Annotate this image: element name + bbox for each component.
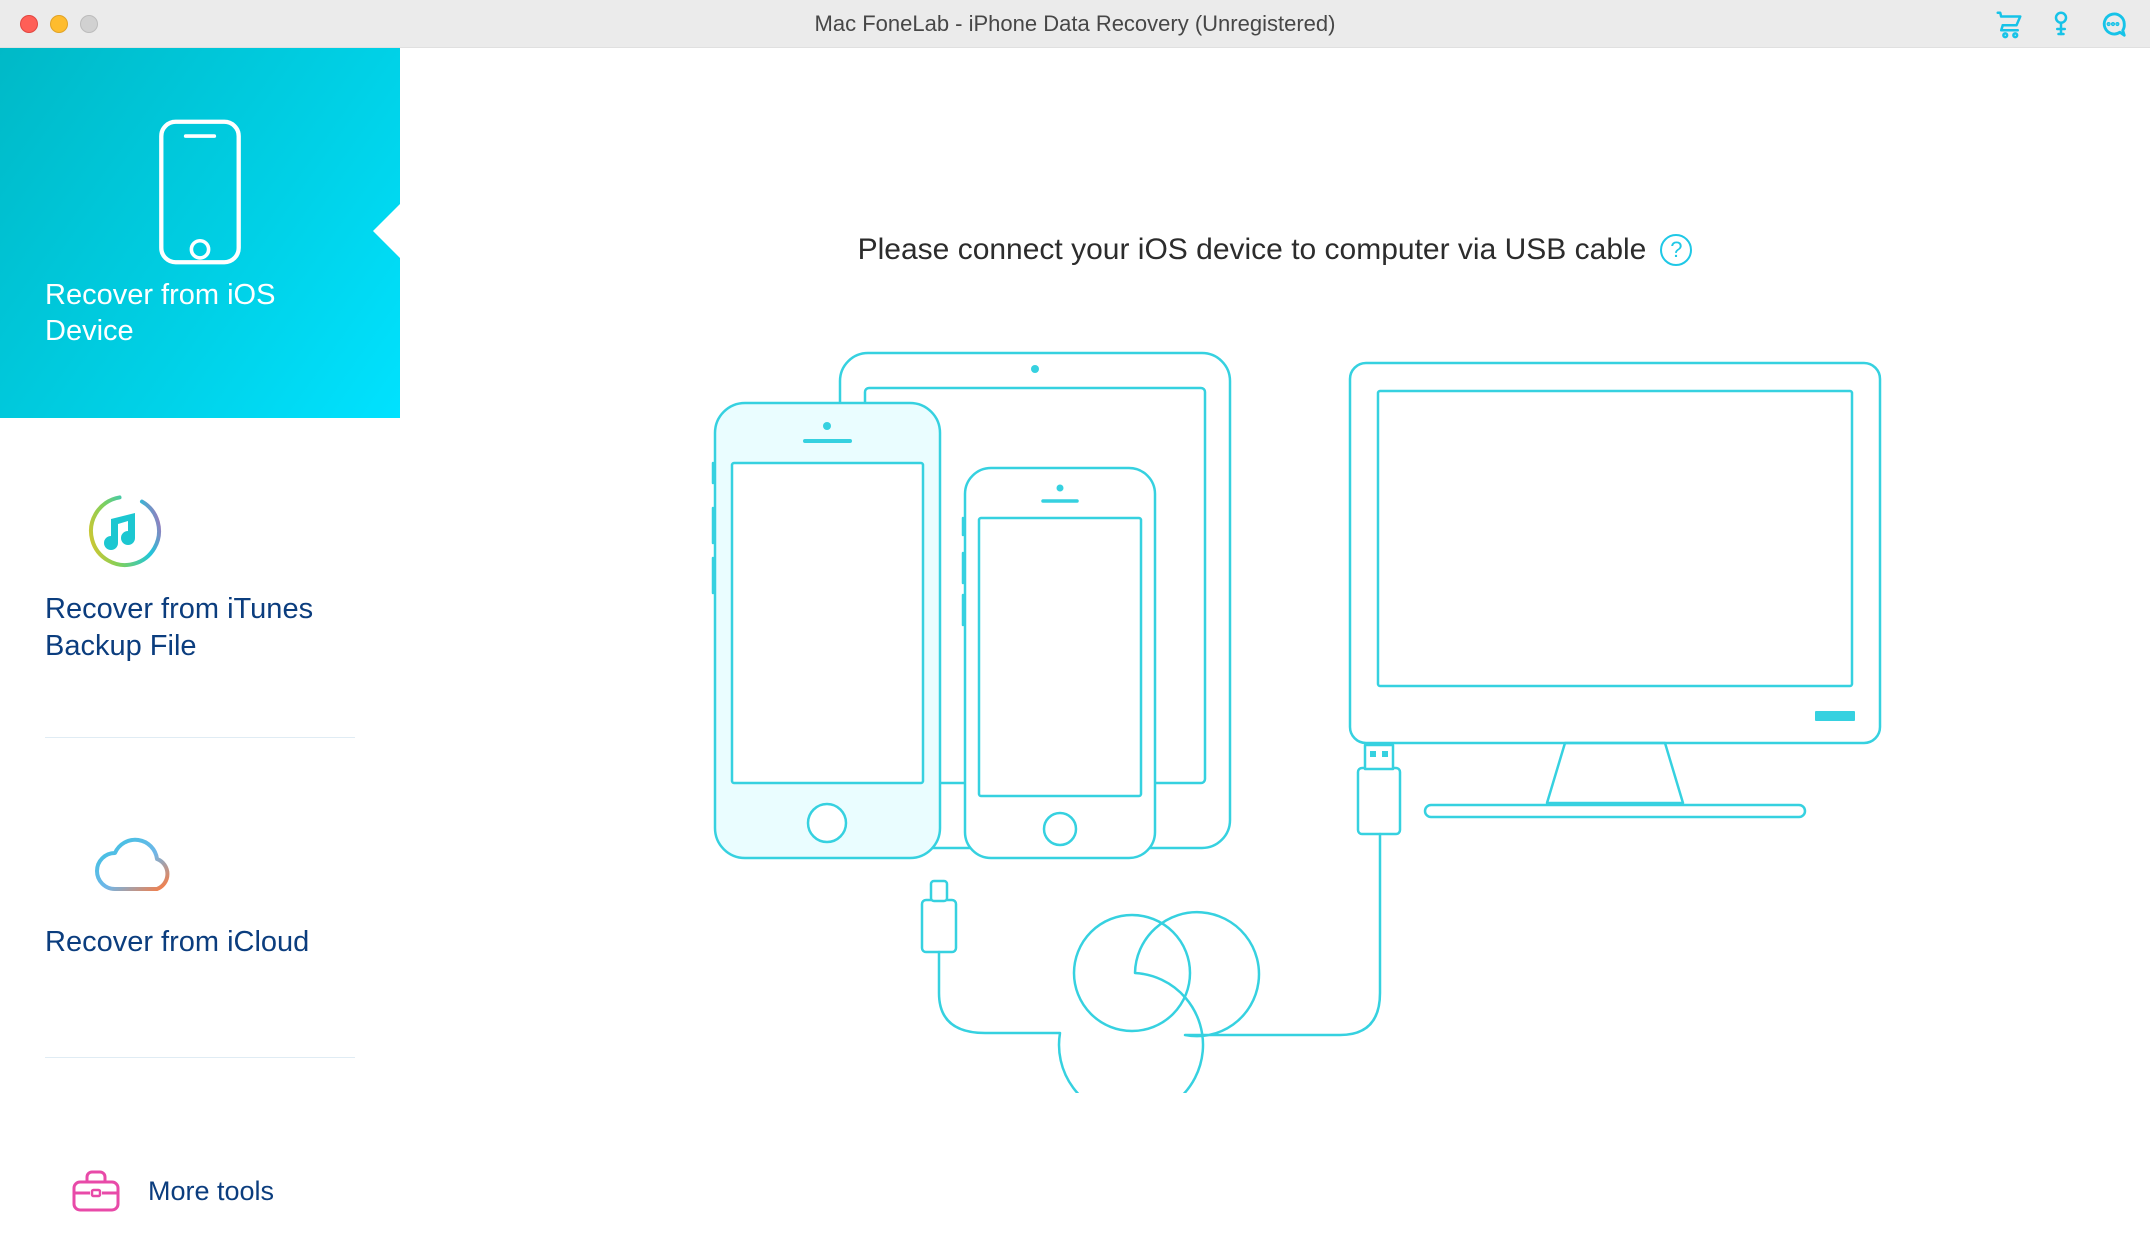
titlebar-actions xyxy=(1994,9,2128,39)
main-heading-row: Please connect your iOS device to comput… xyxy=(400,233,2150,267)
connect-instruction: Please connect your iOS device to comput… xyxy=(858,233,1647,267)
sidebar: Recover from iOS Device xyxy=(0,48,400,1252)
key-icon[interactable] xyxy=(2046,9,2076,39)
sidebar-item-label: Recover from iTunes Backup File xyxy=(45,591,355,664)
minimize-window-button[interactable] xyxy=(50,15,68,33)
iphone-small-icon xyxy=(963,468,1155,858)
monitor-icon xyxy=(1350,363,1880,817)
cart-icon[interactable] xyxy=(1994,9,2024,39)
usb-plug-icon xyxy=(1358,745,1400,834)
sidebar-item-recover-icloud[interactable]: Recover from iCloud xyxy=(45,738,355,1058)
connect-illustration xyxy=(665,333,1885,1098)
sidebar-item-label: Recover from iCloud xyxy=(45,924,355,960)
sidebar-item-label: Recover from iOS Device xyxy=(45,277,355,350)
toolbox-icon xyxy=(70,1166,122,1219)
chat-icon[interactable] xyxy=(2098,9,2128,39)
sidebar-item-label: More tools xyxy=(148,1175,274,1209)
lightning-plug-icon xyxy=(922,881,956,952)
main-panel: Please connect your iOS device to comput… xyxy=(400,48,2150,1252)
phone-icon xyxy=(45,117,355,267)
itunes-icon xyxy=(45,491,355,571)
close-window-button[interactable] xyxy=(20,15,38,33)
iphone-large-icon xyxy=(713,403,940,858)
titlebar: Mac FoneLab - iPhone Data Recovery (Unre… xyxy=(0,0,2150,48)
sidebar-item-recover-itunes[interactable]: Recover from iTunes Backup File xyxy=(45,418,355,738)
help-icon[interactable]: ? xyxy=(1660,234,1692,266)
sidebar-item-recover-ios-device[interactable]: Recover from iOS Device xyxy=(0,48,400,418)
usb-cable-icon xyxy=(939,834,1380,1093)
window-controls xyxy=(20,15,98,33)
zoom-window-button[interactable] xyxy=(80,15,98,33)
cloud-icon xyxy=(45,834,355,904)
sidebar-item-more-tools[interactable]: More tools xyxy=(0,1142,400,1252)
window-title: Mac FoneLab - iPhone Data Recovery (Unre… xyxy=(815,11,1336,37)
